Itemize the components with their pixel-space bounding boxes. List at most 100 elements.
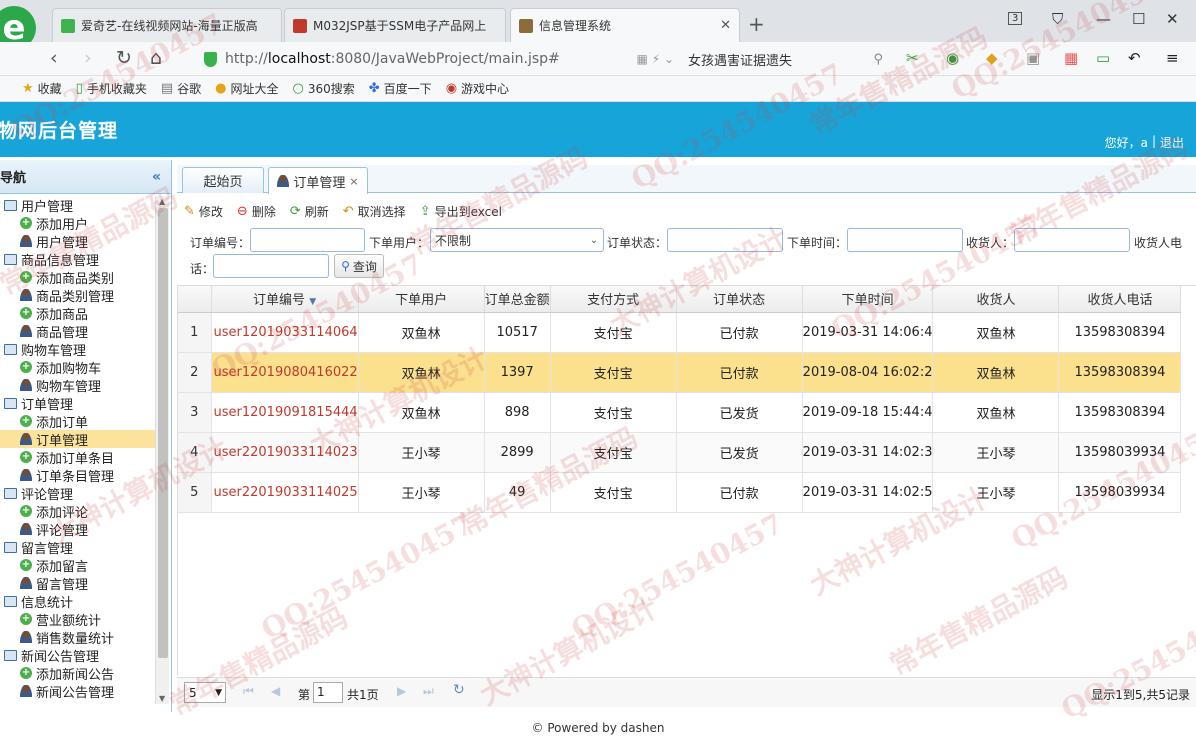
user-select[interactable]: 不限制 ⌄ [430, 228, 604, 252]
nav-group[interactable]: 订单管理 [0, 394, 155, 413]
nav-group[interactable]: 新闻公告管理 [0, 646, 155, 665]
browser-tab-iqiyi[interactable]: 爱奇艺-在线视频网站-海量正版高 [52, 8, 282, 42]
nav-item[interactable]: + 添加评论 [0, 502, 155, 521]
column-header[interactable]: 收货人 [932, 286, 1060, 313]
search-field[interactable]: 女孩遇害证据遗失 ⚲ [688, 46, 883, 72]
battery-icon[interactable]: ▭ [1096, 49, 1110, 67]
logout-link[interactable]: 退出 [1160, 134, 1184, 151]
bookmark-games[interactable]: ◉ 游戏中心 [446, 80, 509, 97]
tab-count-badge[interactable]: 3 [1008, 12, 1023, 25]
apps-icon[interactable]: ▦ [1064, 49, 1078, 67]
collapse-icon[interactable]: « [152, 169, 161, 185]
scrollbar-thumb[interactable] [158, 208, 168, 658]
table-row[interactable]: 2 user12019080416022 双鱼林 1397 支付宝 已付款 2019-08-… [178, 352, 1182, 393]
bookmark-baidu[interactable]: ✤ 百度一下 [369, 80, 432, 97]
tab-home[interactable]: 起始页 [182, 167, 264, 193]
qr-icon[interactable]: ▦ ⚡ ⌄ [637, 52, 674, 66]
nav-item[interactable]: 订单管理 [0, 430, 155, 449]
receiver-input[interactable] [1014, 228, 1130, 252]
phone-input[interactable] [213, 254, 329, 278]
nav-item[interactable]: + 添加商品 [0, 304, 155, 323]
maximize-icon[interactable]: ☐ [1132, 10, 1145, 28]
nav-item[interactable]: + 添加订单 [0, 412, 155, 431]
nav-item[interactable]: + 营业额统计 [0, 610, 155, 629]
prev-page-icon[interactable]: ◀ [271, 684, 280, 698]
nav-item[interactable]: + 添加购物车 [0, 358, 155, 377]
bookmark-hao[interactable]: ● 网址大全 [215, 80, 278, 97]
refresh-button[interactable]: ⟳ 刷新 [290, 203, 329, 220]
column-header[interactable]: 支付方式 [550, 286, 677, 313]
nav-item[interactable]: + 添加新闻公告 [0, 664, 155, 683]
tab-order-management[interactable]: 订单管理 × [268, 167, 368, 194]
nav-item[interactable]: + 添加订单条目 [0, 448, 155, 467]
nav-group[interactable]: 留言管理 [0, 538, 155, 557]
nav-item[interactable]: 购物车管理 [0, 376, 155, 395]
back-icon[interactable]: ‹ [50, 47, 58, 69]
nav-item[interactable]: + 添加留言 [0, 556, 155, 575]
table-row[interactable]: 4 user22019033114023 王小琴 2899 支付宝 已发货 2019-03-… [178, 432, 1182, 473]
nav-item[interactable]: + 添加商品类别 [0, 268, 155, 287]
column-header[interactable]: 订单状态 [676, 286, 803, 313]
order-no-input[interactable] [250, 228, 365, 252]
sidebar-scrollbar[interactable]: ▲ ▼ [155, 196, 169, 704]
edit-button[interactable]: ✎ 修改 [184, 203, 223, 220]
refresh-icon[interactable]: ↻ [453, 682, 465, 698]
close-window-icon[interactable]: ✕ [1166, 10, 1179, 28]
table-row[interactable]: 5 user22019033114025 王小琴 49 支付宝 已付款 2019-03-31… [178, 472, 1182, 513]
nav-item[interactable]: 留言管理 [0, 574, 155, 593]
translate-icon[interactable]: ◉ [946, 49, 959, 67]
coin-icon[interactable]: ◆ [986, 49, 998, 67]
column-header[interactable]: 收货人电话 [1058, 286, 1182, 313]
column-header[interactable]: 订单总金额 [484, 286, 551, 313]
unselect-button[interactable]: ↶ 取消选择 [343, 203, 406, 220]
nav-item[interactable]: 商品类别管理 [0, 286, 155, 305]
url-field[interactable]: http://localhost:8080/JavaWebProject/mai… [204, 46, 674, 72]
last-page-icon[interactable]: ⏭ [423, 684, 434, 699]
menu-icon[interactable]: ≡ [1166, 49, 1179, 67]
bookmark-favorites[interactable]: ★ 收藏 [22, 80, 62, 97]
scissors-icon[interactable]: ✂ [906, 49, 919, 67]
time-input[interactable] [847, 228, 963, 252]
shirt-icon[interactable]: ⛉ [1052, 10, 1063, 28]
query-button[interactable]: ⚲ 查询 [334, 254, 384, 278]
minimize-icon[interactable]: — [1096, 10, 1111, 28]
undo-icon[interactable]: ↶ [1128, 49, 1141, 67]
browser-tab-active[interactable]: 信息管理系统 ✕ [510, 8, 740, 42]
page-size-select[interactable]: 5 ▼ [184, 682, 226, 703]
close-tab-icon[interactable]: × [349, 175, 358, 188]
nav-item[interactable]: 用户管理 [0, 232, 155, 251]
column-header[interactable]: 下单用户 [358, 286, 485, 313]
nav-group[interactable]: 购物车管理 [0, 340, 155, 359]
home-icon[interactable]: ⌂ [150, 47, 162, 69]
close-tab-icon[interactable]: ✕ [720, 18, 731, 33]
nav-item[interactable]: 订单条目管理 [0, 466, 155, 485]
nav-group[interactable]: 商品信息管理 [0, 250, 155, 269]
table-row[interactable]: 1 user12019033114064 双鱼林 10517 支付宝 已付款 2019-03… [178, 312, 1182, 353]
status-input[interactable] [667, 228, 783, 252]
page-number-input[interactable]: 1 [313, 682, 343, 703]
nav-group[interactable]: 信息统计 [0, 592, 155, 611]
forward-icon[interactable]: › [84, 47, 92, 69]
browser-tab-project[interactable]: M032JSP基于SSM电子产品网上 [284, 8, 506, 42]
delete-button[interactable]: ⊖ 删除 [237, 203, 276, 220]
nav-item[interactable]: 销售数量统计 [0, 628, 155, 647]
reload-icon[interactable]: ↻ [116, 47, 132, 69]
column-header[interactable]: 订单编号 ▼ [211, 286, 359, 313]
nav-group[interactable]: 评论管理 [0, 484, 155, 503]
table-row[interactable]: 3 user12019091815444 双鱼林 898 支付宝 已发货 2019-09-1… [178, 392, 1182, 433]
nav-item[interactable]: 商品管理 [0, 322, 155, 341]
image-icon[interactable]: ▣ [1026, 49, 1040, 67]
bookmark-mobile[interactable]: ▯ 手机收藏夹 [76, 80, 147, 97]
nav-group[interactable]: 用户管理 [0, 196, 155, 215]
export-button[interactable]: ⇪ 导出到excel [420, 203, 502, 220]
search-icon[interactable]: ⚲ [873, 52, 883, 67]
first-page-icon[interactable]: ⏮ [243, 684, 254, 699]
bookmark-360[interactable]: ○ 360搜索 [293, 80, 355, 97]
column-header[interactable]: 下单时间 [802, 286, 934, 313]
nav-item[interactable]: 新闻公告管理 [0, 682, 155, 701]
scroll-down-icon[interactable]: ▼ [159, 694, 165, 703]
next-page-icon[interactable]: ▶ [397, 684, 406, 698]
new-tab-button[interactable]: + [748, 12, 765, 36]
nav-item[interactable]: 评论管理 [0, 520, 155, 539]
nav-item[interactable]: + 添加用户 [0, 214, 155, 233]
